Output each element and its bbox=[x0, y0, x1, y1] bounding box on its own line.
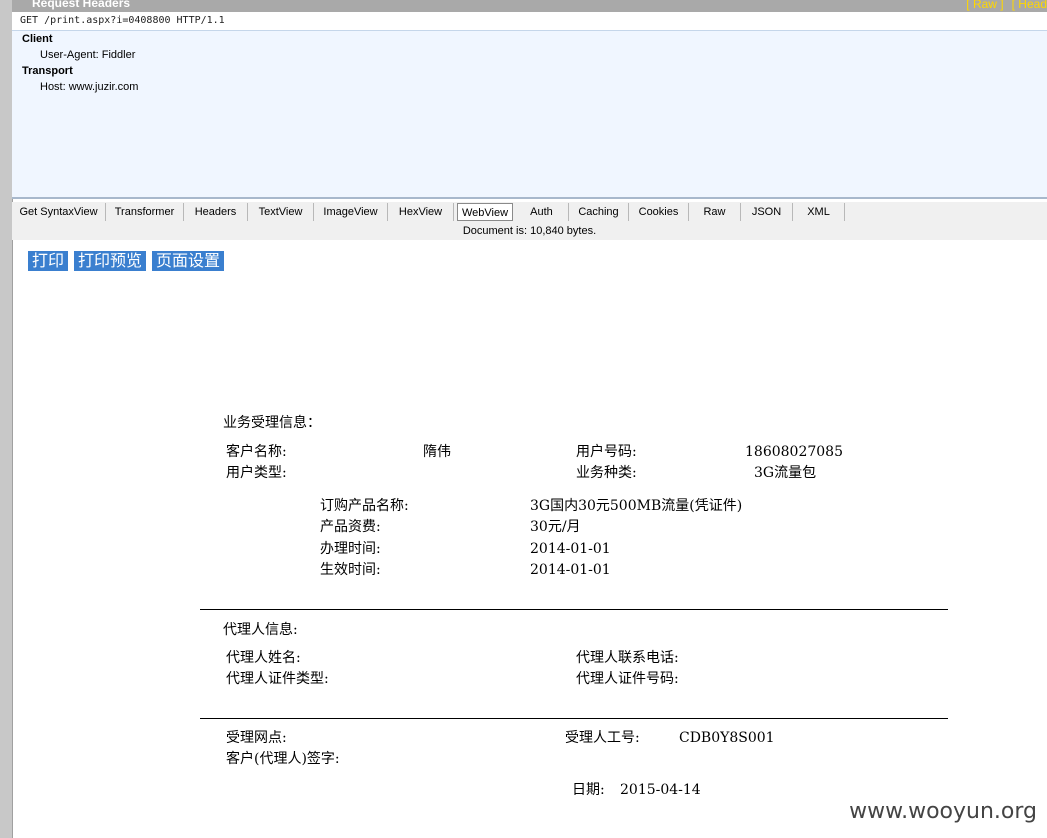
user-number-label: 用户号码: bbox=[576, 444, 637, 460]
tab-auth[interactable]: Auth bbox=[515, 203, 569, 221]
tab-get-syntaxview[interactable]: Get SyntaxView bbox=[12, 203, 106, 221]
business-section-title: 业务受理信息： bbox=[223, 415, 321, 431]
document-status: Document is: 10,840 bytes. bbox=[12, 222, 1047, 240]
staff-id-value: CDB0Y8S001 bbox=[679, 730, 775, 746]
response-tabs: Get SyntaxView Transformer Headers TextV… bbox=[12, 202, 1047, 222]
header-definitions-link[interactable]: [ Head bbox=[1012, 0, 1047, 11]
agent-section-title: 代理人信息: bbox=[223, 622, 298, 638]
divider-1 bbox=[200, 609, 948, 610]
handle-time-value: 2014-01-01 bbox=[530, 541, 611, 557]
tab-hexview[interactable]: HexView bbox=[388, 203, 454, 221]
page-setup-button[interactable]: 页面设置 bbox=[152, 251, 225, 271]
group-client[interactable]: Client bbox=[22, 33, 53, 45]
raw-link[interactable]: [ Raw ] bbox=[966, 0, 1003, 11]
header-host[interactable]: Host: www.juzir.com bbox=[40, 81, 138, 93]
effective-time-label: 生效时间: bbox=[320, 562, 381, 578]
business-type-label: 业务种类: bbox=[576, 465, 637, 481]
user-type-label: 用户类型: bbox=[226, 465, 287, 481]
request-headers-title: Request Headers bbox=[32, 0, 131, 10]
date-value: 2015-04-14 bbox=[620, 782, 701, 798]
agent-phone-label: 代理人联系电话: bbox=[576, 650, 679, 666]
divider-2 bbox=[200, 718, 948, 719]
tab-caching[interactable]: Caching bbox=[569, 203, 629, 221]
agent-id-number-label: 代理人证件号码: bbox=[576, 671, 679, 687]
request-line: GET /print.aspx?i=0408800 HTTP/1.1 bbox=[12, 12, 1047, 31]
tab-headers[interactable]: Headers bbox=[184, 203, 248, 221]
product-name-value: 3G国内30元500MB流量(凭证件) bbox=[530, 498, 743, 514]
print-preview-button[interactable]: 打印预览 bbox=[74, 251, 147, 271]
tab-cookies[interactable]: Cookies bbox=[629, 203, 689, 221]
signature-label: 客户(代理人)签字: bbox=[226, 751, 340, 767]
product-fee-label: 产品资费: bbox=[320, 519, 381, 535]
product-name-label: 订购产品名称: bbox=[320, 498, 409, 514]
agent-id-type-label: 代理人证件类型: bbox=[226, 671, 329, 687]
header-user-agent[interactable]: User-Agent: Fiddler bbox=[40, 49, 135, 61]
group-transport[interactable]: Transport bbox=[22, 65, 73, 77]
tab-textview[interactable]: TextView bbox=[248, 203, 314, 221]
tab-json[interactable]: JSON bbox=[741, 203, 793, 221]
customer-name-value: 隋伟 bbox=[423, 444, 451, 460]
effective-time-value: 2014-01-01 bbox=[530, 562, 611, 578]
webview-content: 打印 打印预览 页面设置 业务受理信息： 客户名称: 隋伟 用户号码: 1860… bbox=[16, 240, 1047, 838]
agent-name-label: 代理人姓名: bbox=[226, 650, 301, 666]
staff-id-label: 受理人工号: bbox=[565, 730, 640, 746]
tab-imageview[interactable]: ImageView bbox=[314, 203, 388, 221]
header-view-links: [ Raw ] [ Head bbox=[958, 0, 1047, 11]
outlet-label: 受理网点: bbox=[226, 730, 287, 746]
date-label: 日期: bbox=[572, 782, 605, 798]
product-fee-value: 30元/月 bbox=[530, 519, 581, 535]
tab-raw[interactable]: Raw bbox=[689, 203, 741, 221]
user-number-value: 18608027085 bbox=[745, 444, 843, 460]
tab-xml[interactable]: XML bbox=[793, 203, 845, 221]
watermark: www.wooyun.org bbox=[849, 799, 1037, 824]
business-type-value: 3G流量包 bbox=[754, 465, 817, 481]
handle-time-label: 办理时间: bbox=[320, 541, 381, 557]
print-button[interactable]: 打印 bbox=[28, 251, 69, 271]
tab-webview[interactable]: WebView bbox=[457, 203, 513, 221]
customer-name-label: 客户名称: bbox=[226, 444, 287, 460]
request-headers-bar: Request Headers [ Raw ] [ Head bbox=[12, 0, 1047, 12]
headers-tree: Client User-Agent: Fiddler Transport Hos… bbox=[12, 31, 1047, 199]
tab-transformer[interactable]: Transformer bbox=[106, 203, 184, 221]
